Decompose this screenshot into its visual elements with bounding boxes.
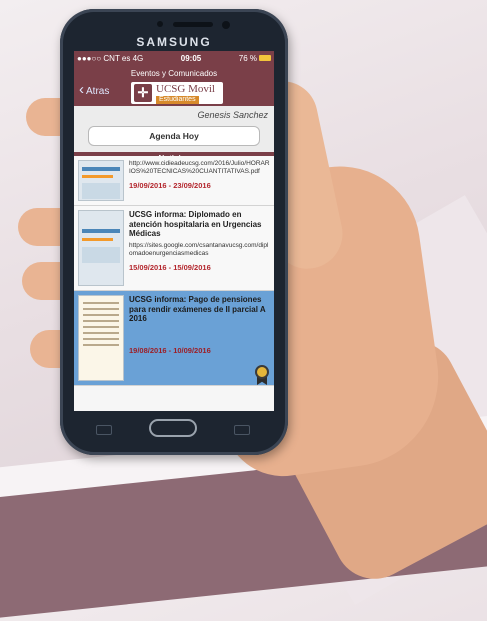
- news-list[interactable]: http://www.cidieadeucsg.com/2016/Julio/H…: [74, 156, 274, 386]
- status-bar: ●●●○○ CNT es 4G 09:05 76 %: [74, 51, 274, 65]
- list-item-selected[interactable]: UCSG informa: Pago de pensiones para ren…: [74, 291, 274, 386]
- screen-title: Eventos y Comunicados: [130, 69, 218, 78]
- list-item[interactable]: http://www.cidieadeucsg.com/2016/Julio/H…: [74, 156, 274, 206]
- news-date: 15/09/2016 - 15/09/2016: [129, 262, 211, 272]
- front-camera: [157, 21, 163, 27]
- news-thumbnail: [78, 160, 124, 201]
- agenda-container: Agenda Hoy: [74, 124, 274, 152]
- cross-emblem-icon: ✛: [134, 84, 152, 102]
- logo-subtitle: Estudiantes: [156, 96, 199, 104]
- news-thumbnail: [78, 295, 124, 381]
- news-url[interactable]: https://sites.google.com/csantanavucsg.c…: [129, 242, 270, 258]
- carrier-label: ●●●○○ CNT es 4G: [77, 53, 144, 63]
- news-url[interactable]: http://www.cidieadeucsg.com/2016/Julio/H…: [129, 160, 270, 176]
- proximity-sensor: [222, 21, 230, 29]
- back-label: Atras: [86, 86, 110, 97]
- news-date: 19/09/2016 - 23/09/2016: [129, 181, 211, 190]
- news-thumbnail: [78, 210, 124, 286]
- back-key[interactable]: [96, 425, 112, 435]
- nav-bar: ‹ Atras ✛ UCSG Movil Estudiantes: [74, 80, 274, 106]
- news-date: 19/08/2016 - 10/09/2016: [129, 345, 211, 355]
- recent-apps-key[interactable]: [234, 425, 250, 435]
- user-name: Genesis Sanchez: [74, 106, 274, 124]
- home-button[interactable]: [149, 419, 197, 437]
- back-button[interactable]: ‹ Atras: [79, 82, 110, 97]
- agenda-today-button[interactable]: Agenda Hoy: [88, 126, 260, 146]
- app-header: ●●●○○ CNT es 4G 09:05 76 % Eventos y Com…: [74, 51, 274, 106]
- award-badge-icon: [255, 365, 269, 379]
- device-brand: SAMSUNG: [136, 35, 212, 49]
- battery-icon: [258, 55, 271, 62]
- earpiece-speaker: [173, 22, 213, 27]
- list-item[interactable]: UCSG informa: Diplomado en atención hosp…: [74, 206, 274, 291]
- app-logo: ✛ UCSG Movil Estudiantes: [131, 82, 223, 104]
- logo-name: UCSG Movil: [156, 83, 215, 95]
- battery-label: 76 %: [238, 53, 257, 63]
- news-title: UCSG informa: Diplomado en atención hosp…: [129, 210, 262, 238]
- smartphone: SAMSUNG ●●●○○ CNT es 4G 09:05 76 % Event…: [60, 9, 288, 455]
- clock: 09:05: [180, 53, 202, 63]
- battery-indicator: 76 %: [239, 54, 271, 63]
- news-title: UCSG informa: Pago de pensiones para ren…: [129, 295, 266, 323]
- app-screen: ●●●○○ CNT es 4G 09:05 76 % Eventos y Com…: [74, 51, 274, 411]
- chevron-left-icon: ‹: [79, 81, 84, 98]
